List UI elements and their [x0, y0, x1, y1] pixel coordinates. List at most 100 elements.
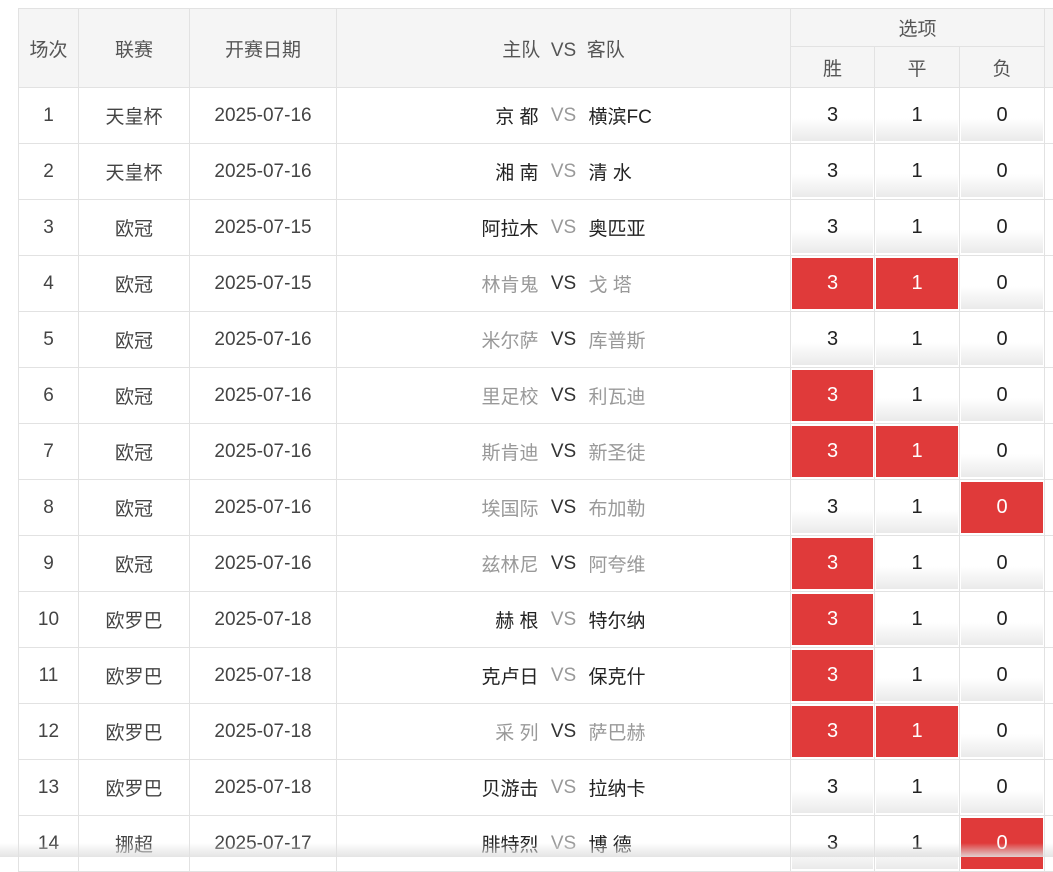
league-name: 欧冠	[79, 256, 190, 312]
option-cell-draw: 1	[875, 592, 960, 648]
extra-cell	[1045, 200, 1053, 256]
table-row: 2天皇杯2025-07-16 湘 南 VS 清 水 3 1 0	[19, 144, 1053, 200]
option-draw-button[interactable]: 1	[876, 146, 958, 197]
option-cell-win: 3	[791, 648, 875, 704]
league-name: 欧罗巴	[79, 760, 190, 816]
option-cell-win: 3	[791, 424, 875, 480]
option-cell-draw: 1	[875, 200, 960, 256]
away-team: 新圣徒	[589, 438, 789, 465]
extra-cell	[1045, 368, 1053, 424]
option-cell-win: 3	[791, 144, 875, 200]
away-team: 清 水	[589, 158, 789, 185]
match-number: 6	[19, 368, 79, 424]
extra-cell	[1045, 760, 1053, 816]
option-draw-button[interactable]: 1	[876, 594, 958, 645]
home-team: 米尔萨	[339, 326, 539, 353]
teams: 阿拉木 VS 奥匹亚	[337, 214, 790, 241]
option-draw-button[interactable]: 1	[876, 370, 958, 421]
option-draw-button[interactable]: 1	[876, 762, 958, 813]
home-team: 贝游击	[339, 774, 539, 801]
option-lose-button[interactable]: 0	[961, 202, 1043, 253]
table-row: 13欧罗巴2025-07-18 贝游击 VS 拉纳卡 3 1 0	[19, 760, 1053, 816]
option-win-button[interactable]: 3	[792, 538, 873, 589]
option-win-button[interactable]: 3	[792, 594, 873, 645]
away-team: 特尔纳	[589, 606, 789, 633]
option-draw-button[interactable]: 1	[876, 314, 958, 365]
option-lose-button[interactable]: 0	[961, 146, 1043, 197]
option-draw-button[interactable]: 1	[876, 650, 958, 701]
vs-label: VS	[539, 441, 589, 463]
option-lose-button[interactable]: 0	[961, 90, 1043, 141]
match-number: 11	[19, 648, 79, 704]
option-win-button[interactable]: 3	[792, 370, 873, 421]
teams-cell: 贝游击 VS 拉纳卡	[337, 760, 791, 816]
teams-cell: 斯肯迪 VS 新圣徒	[337, 424, 791, 480]
teams-cell: 采 列 VS 萨巴赫	[337, 704, 791, 760]
option-draw-button[interactable]: 1	[876, 202, 958, 253]
col-header-draw: 平	[875, 47, 960, 88]
extra-cell	[1045, 480, 1053, 536]
table-row: 8欧冠2025-07-16 埃国际 VS 布加勒 3 1 0	[19, 480, 1053, 536]
option-lose-button[interactable]: 0	[961, 482, 1043, 533]
option-lose-button[interactable]: 0	[961, 370, 1043, 421]
table-row: 5欧冠2025-07-16 米尔萨 VS 库普斯 3 1 0	[19, 312, 1053, 368]
option-win-button[interactable]: 3	[792, 482, 873, 533]
option-cell-win: 3	[791, 312, 875, 368]
option-cell-lose: 0	[960, 88, 1045, 144]
extra-cell	[1045, 256, 1053, 312]
league-name: 欧冠	[79, 312, 190, 368]
teams-cell: 赫 根 VS 特尔纳	[337, 592, 791, 648]
league-name: 欧冠	[79, 424, 190, 480]
option-win-button[interactable]: 3	[792, 202, 873, 253]
option-lose-button[interactable]: 0	[961, 706, 1043, 757]
extra-cell	[1045, 592, 1053, 648]
option-cell-draw: 1	[875, 144, 960, 200]
option-cell-lose: 0	[960, 144, 1045, 200]
option-win-button[interactable]: 3	[792, 426, 873, 477]
option-win-button[interactable]: 3	[792, 314, 873, 365]
match-number: 4	[19, 256, 79, 312]
option-lose-button[interactable]: 0	[961, 762, 1043, 813]
vs-label: VS	[539, 105, 589, 127]
option-lose-button[interactable]: 0	[961, 538, 1043, 589]
option-draw-button[interactable]: 1	[876, 706, 958, 757]
option-cell-lose: 0	[960, 704, 1045, 760]
option-win-button[interactable]: 3	[792, 762, 873, 813]
option-cell-lose: 0	[960, 368, 1045, 424]
table-row: 12欧罗巴2025-07-18 采 列 VS 萨巴赫 3 1 0	[19, 704, 1053, 760]
option-draw-button[interactable]: 1	[876, 258, 958, 309]
match-number: 7	[19, 424, 79, 480]
league-name: 天皇杯	[79, 88, 190, 144]
match-number: 5	[19, 312, 79, 368]
match-number: 13	[19, 760, 79, 816]
vs-label: VS	[539, 329, 589, 351]
option-win-button[interactable]: 3	[792, 650, 873, 701]
option-cell-lose: 0	[960, 256, 1045, 312]
option-win-button[interactable]: 3	[792, 706, 873, 757]
col-header-options: 选项	[791, 9, 1045, 47]
teams-cell: 京 都 VS 横滨FC	[337, 88, 791, 144]
teams: 湘 南 VS 清 水	[337, 158, 790, 185]
away-team: 保克什	[589, 662, 789, 689]
option-cell-lose: 0	[960, 648, 1045, 704]
option-win-button[interactable]: 3	[792, 258, 873, 309]
option-lose-button[interactable]: 0	[961, 258, 1043, 309]
option-win-button[interactable]: 3	[792, 90, 873, 141]
option-draw-button[interactable]: 1	[876, 538, 958, 589]
option-draw-button[interactable]: 1	[876, 482, 958, 533]
option-lose-button[interactable]: 0	[961, 650, 1043, 701]
option-draw-button[interactable]: 1	[876, 90, 958, 141]
match-date: 2025-07-18	[190, 648, 337, 704]
option-cell-draw: 1	[875, 368, 960, 424]
teams: 兹林尼 VS 阿夸维	[337, 550, 790, 577]
option-win-button[interactable]: 3	[792, 146, 873, 197]
option-cell-win: 3	[791, 536, 875, 592]
option-lose-button[interactable]: 0	[961, 594, 1043, 645]
option-lose-button[interactable]: 0	[961, 426, 1043, 477]
option-draw-button[interactable]: 1	[876, 426, 958, 477]
option-lose-button[interactable]: 0	[961, 314, 1043, 365]
away-team: 横滨FC	[589, 102, 789, 129]
extra-cell	[1045, 424, 1053, 480]
match-date: 2025-07-18	[190, 704, 337, 760]
table-row: 9欧冠2025-07-16 兹林尼 VS 阿夸维 3 1 0	[19, 536, 1053, 592]
